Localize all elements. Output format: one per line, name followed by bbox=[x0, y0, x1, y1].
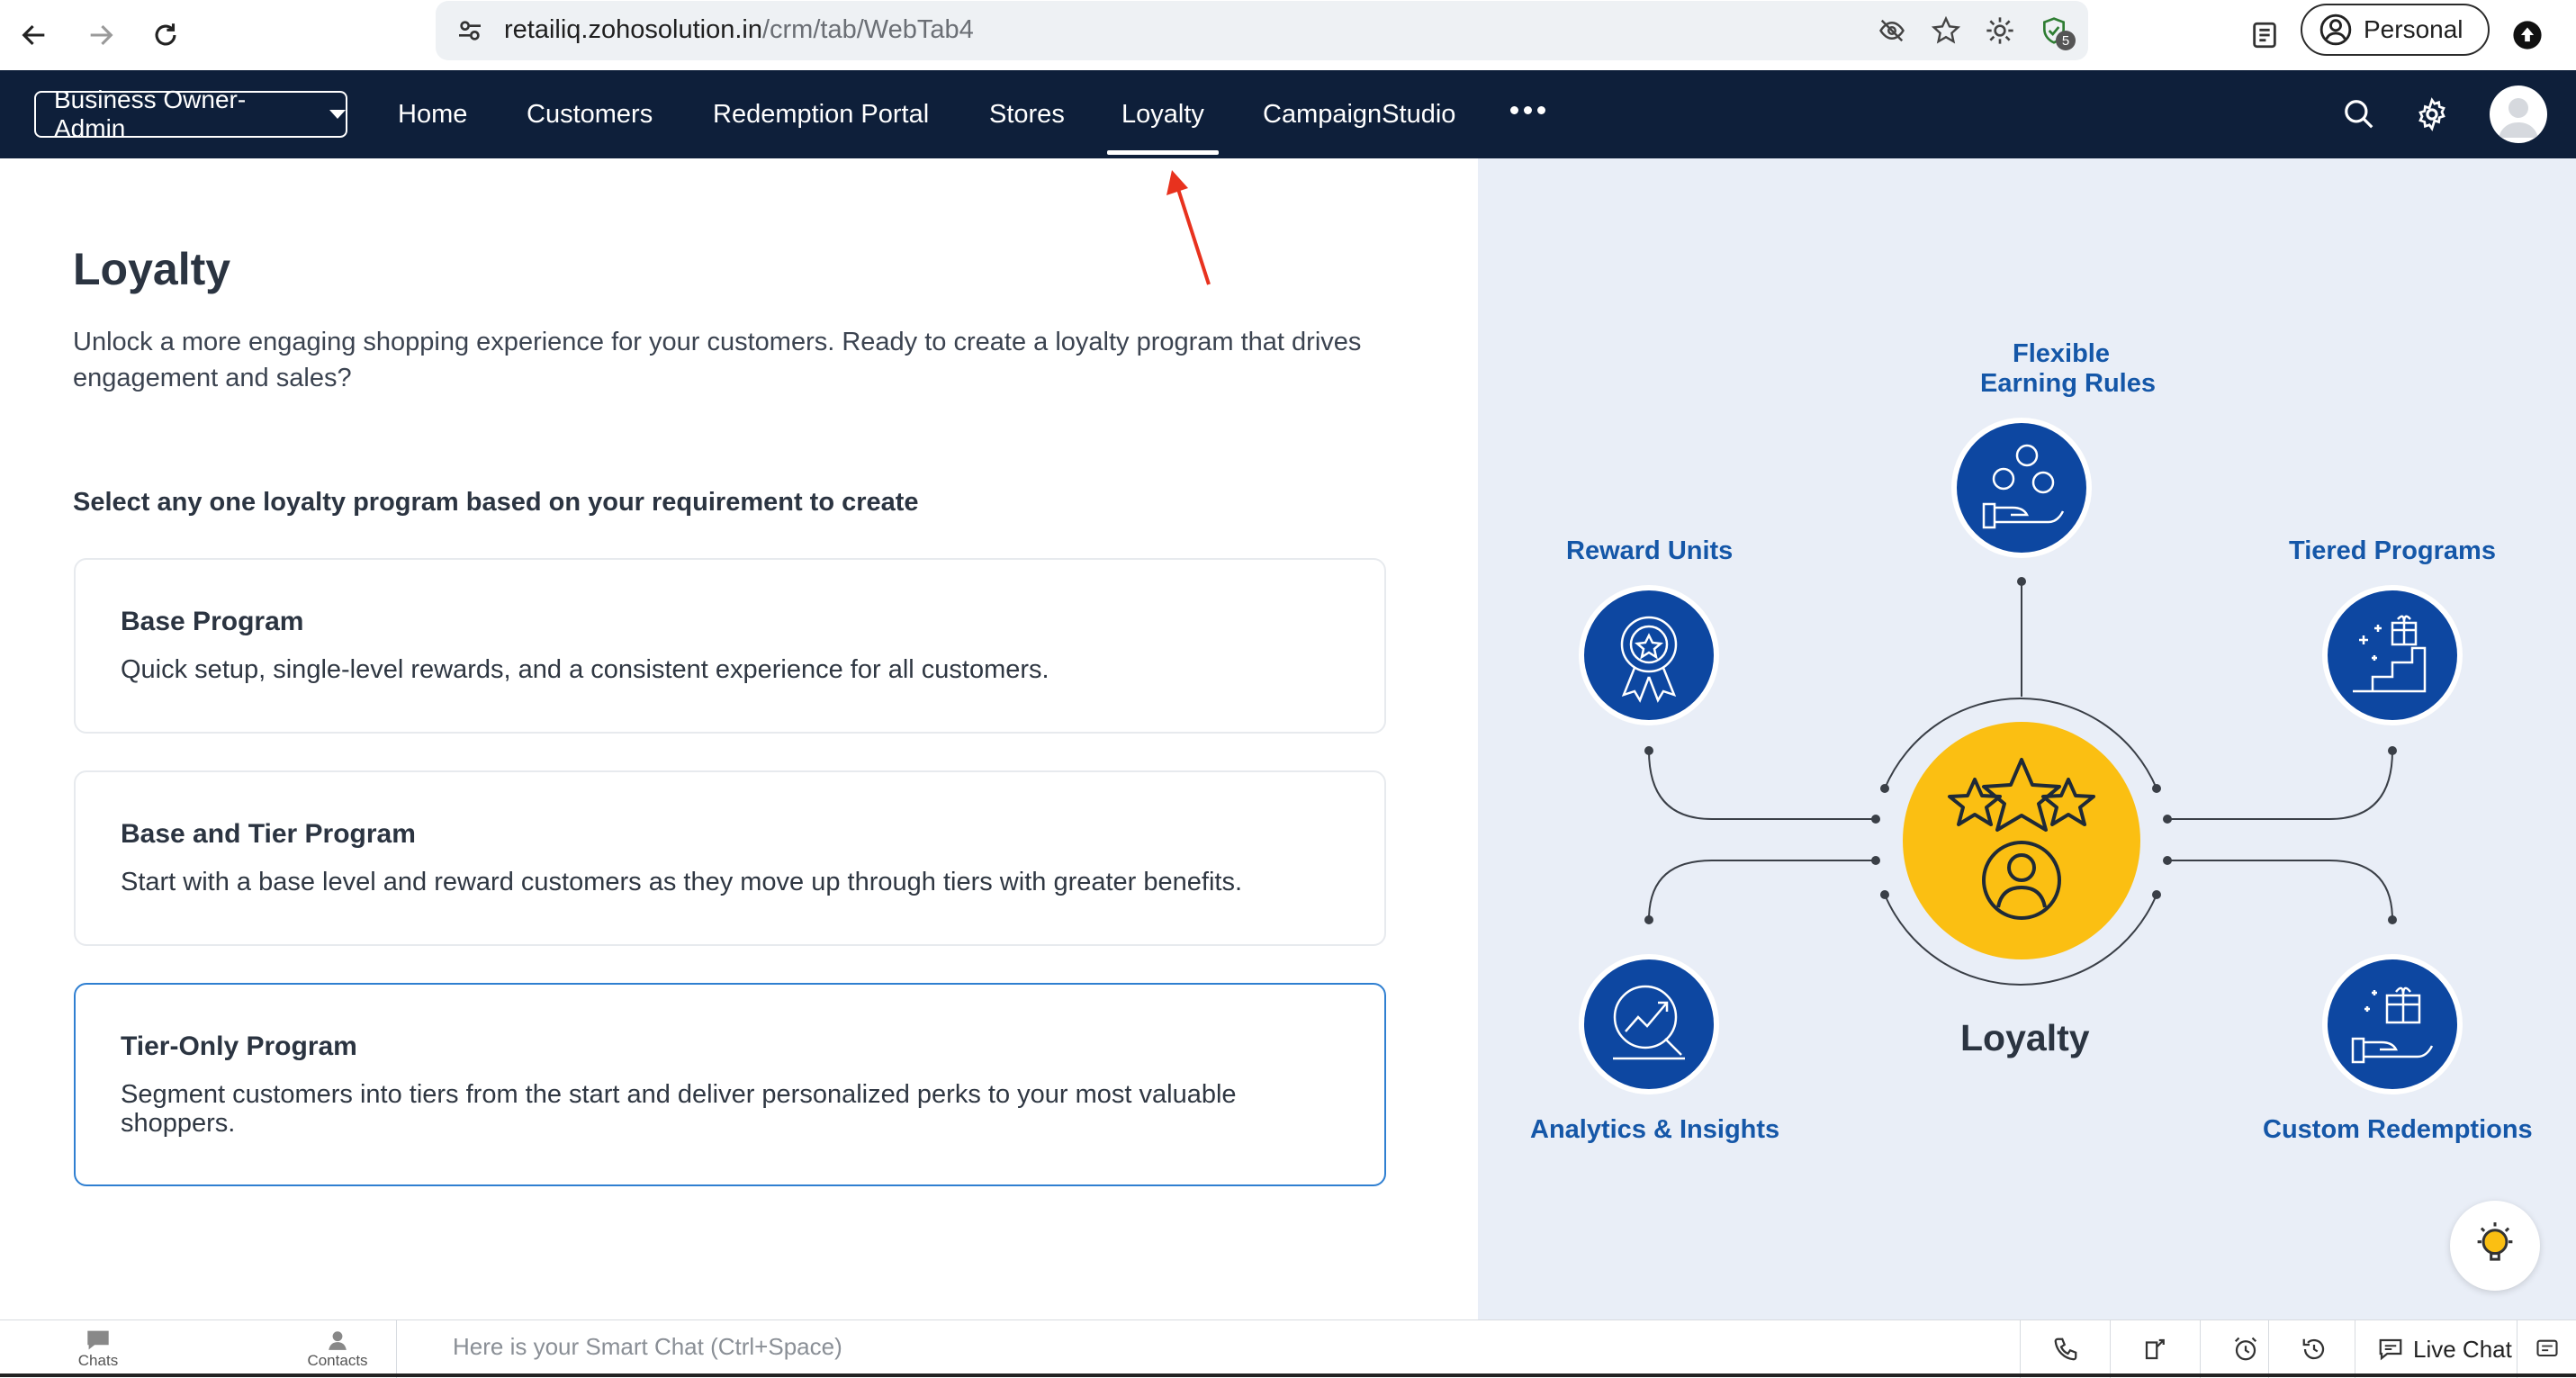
features-diagram bbox=[1579, 418, 2463, 1094]
tips-bulb-button[interactable] bbox=[2450, 1201, 2540, 1291]
tiered-programs-icon bbox=[2322, 585, 2463, 725]
url-host: retailiq.zohosolution.in bbox=[504, 15, 762, 44]
tab-campaignstudio[interactable]: CampaignStudio bbox=[1263, 70, 1455, 158]
tab-redemption-portal-label: Redemption Portal bbox=[713, 99, 930, 129]
chat-icon bbox=[87, 1330, 109, 1350]
tiered-programs-label: Tiered Programs bbox=[2289, 536, 2496, 565]
lightbulb-icon bbox=[2477, 1222, 2513, 1261]
program-title: Base and Tier Program bbox=[121, 819, 416, 849]
annotation-arrow bbox=[1166, 170, 1211, 285]
smart-chat-input[interactable]: Here is your Smart Chat (Ctrl+Space) bbox=[453, 1333, 842, 1361]
reward-units-label: Reward Units bbox=[1566, 536, 1734, 565]
tab-loyalty-label: Loyalty bbox=[1121, 99, 1204, 129]
back-icon[interactable] bbox=[11, 12, 58, 59]
phone-icon[interactable] bbox=[2020, 1320, 2111, 1378]
contacts-label: Contacts bbox=[307, 1352, 368, 1369]
live-chat-button[interactable]: Live Chat bbox=[2355, 1320, 2517, 1378]
feedback-icon[interactable] bbox=[2517, 1320, 2576, 1378]
tab-campaignstudio-label: CampaignStudio bbox=[1263, 99, 1456, 129]
gear-icon[interactable] bbox=[2411, 94, 2453, 135]
program-card-base-and-tier[interactable]: Base and Tier Program Start with a base … bbox=[74, 770, 1386, 946]
flexible-label-line2: Earning Rules bbox=[1980, 369, 2156, 398]
tab-customers[interactable]: Customers bbox=[527, 70, 653, 158]
loyalty-center-label: Loyalty bbox=[1960, 1017, 2090, 1058]
flexible-label-line1: Flexible bbox=[2013, 339, 2110, 368]
caret-down-icon bbox=[329, 110, 346, 119]
profile-label: Personal bbox=[2364, 15, 2463, 43]
loyalty-content: Loyalty Unlock a more engaging shopping … bbox=[0, 158, 1478, 1319]
extension-badge: 5 bbox=[2056, 31, 2076, 50]
analytics-insights-icon bbox=[1579, 954, 1719, 1094]
select-program-heading: Select any one loyalty program based on … bbox=[73, 488, 919, 517]
history-icon[interactable] bbox=[2268, 1320, 2359, 1378]
brightness-icon[interactable] bbox=[1982, 13, 2018, 49]
reward-units-icon bbox=[1579, 585, 1719, 725]
chat-bubble-icon bbox=[2379, 1338, 2402, 1361]
tab-loyalty[interactable]: Loyalty bbox=[1107, 70, 1219, 158]
flexible-earning-rules-label: Flexible Earning Rules bbox=[1980, 339, 2156, 399]
chats-label: Chats bbox=[77, 1352, 119, 1369]
tab-redemption-portal[interactable]: Redemption Portal bbox=[713, 70, 929, 158]
program-card-tier-only[interactable]: Tier-Only Program Segment customers into… bbox=[74, 983, 1386, 1186]
program-title: Base Program bbox=[121, 607, 304, 636]
reload-icon[interactable] bbox=[142, 12, 189, 59]
tab-home-label: Home bbox=[398, 99, 468, 129]
url-text: retailiq.zohosolution.in/crm/tab/WebTab4 bbox=[504, 15, 974, 45]
bottom-toolbar: Chats Contacts Here is your Smart Chat (… bbox=[0, 1319, 2576, 1378]
taskbar-strip bbox=[0, 1373, 2576, 1377]
tab-stores-label: Stores bbox=[989, 99, 1065, 129]
address-bar[interactable]: retailiq.zohosolution.in/crm/tab/WebTab4… bbox=[436, 1, 2088, 60]
tab-customers-label: Customers bbox=[527, 99, 653, 129]
analytics-insights-label: Analytics & Insights bbox=[1530, 1115, 1780, 1144]
custom-redemptions-icon bbox=[2322, 954, 2463, 1094]
profile-button[interactable]: Personal bbox=[2301, 4, 2490, 56]
loyalty-illustration: Flexible Earning Rules Reward Units Tier… bbox=[1478, 158, 2576, 1319]
page-title: Loyalty bbox=[73, 244, 231, 294]
shield-check-icon[interactable]: 5 bbox=[2036, 13, 2076, 50]
app-navbar: Business Owner-Admin Home Customers Rede… bbox=[0, 70, 2576, 158]
reading-list-icon[interactable] bbox=[2241, 12, 2288, 59]
custom-redemptions-label: Custom Redemptions bbox=[2263, 1115, 2533, 1144]
program-card-base[interactable]: Base Program Quick setup, single-level r… bbox=[74, 558, 1386, 734]
page-description: Unlock a more engaging shopping experien… bbox=[73, 328, 1362, 392]
profile-icon bbox=[2319, 14, 2352, 46]
role-dropdown[interactable]: Business Owner-Admin bbox=[34, 86, 347, 142]
loyalty-center-icon bbox=[1903, 722, 2140, 959]
star-icon[interactable] bbox=[1928, 13, 1964, 49]
site-settings-icon[interactable] bbox=[446, 7, 493, 54]
program-description: Segment customers into tiers from the st… bbox=[121, 1080, 1237, 1138]
role-label: Business Owner-Admin bbox=[54, 86, 247, 142]
forward-icon[interactable] bbox=[77, 12, 124, 59]
url-path: /crm/tab/WebTab4 bbox=[761, 15, 974, 44]
flexible-earning-rules-icon bbox=[1951, 418, 2092, 558]
eye-off-icon[interactable] bbox=[1874, 13, 1910, 49]
program-description: Start with a base level and reward custo… bbox=[121, 868, 1243, 896]
chats-button[interactable]: Chats bbox=[40, 1320, 157, 1378]
contacts-button[interactable]: Contacts bbox=[279, 1320, 397, 1378]
search-icon[interactable] bbox=[2338, 94, 2380, 135]
update-icon[interactable] bbox=[2504, 12, 2551, 59]
browser-toolbar: retailiq.zohosolution.in/crm/tab/WebTab4… bbox=[0, 0, 2576, 71]
program-title: Tier-Only Program bbox=[121, 1031, 357, 1061]
avatar[interactable] bbox=[2490, 86, 2547, 143]
tab-stores[interactable]: Stores bbox=[989, 70, 1065, 158]
call-transfer-icon[interactable] bbox=[2110, 1320, 2201, 1378]
tab-home[interactable]: Home bbox=[398, 70, 467, 158]
program-description: Quick setup, single-level rewards, and a… bbox=[121, 655, 1049, 684]
more-icon[interactable] bbox=[1510, 106, 1545, 114]
contacts-icon bbox=[329, 1331, 347, 1350]
live-chat-label: Live Chat bbox=[2413, 1335, 2512, 1363]
